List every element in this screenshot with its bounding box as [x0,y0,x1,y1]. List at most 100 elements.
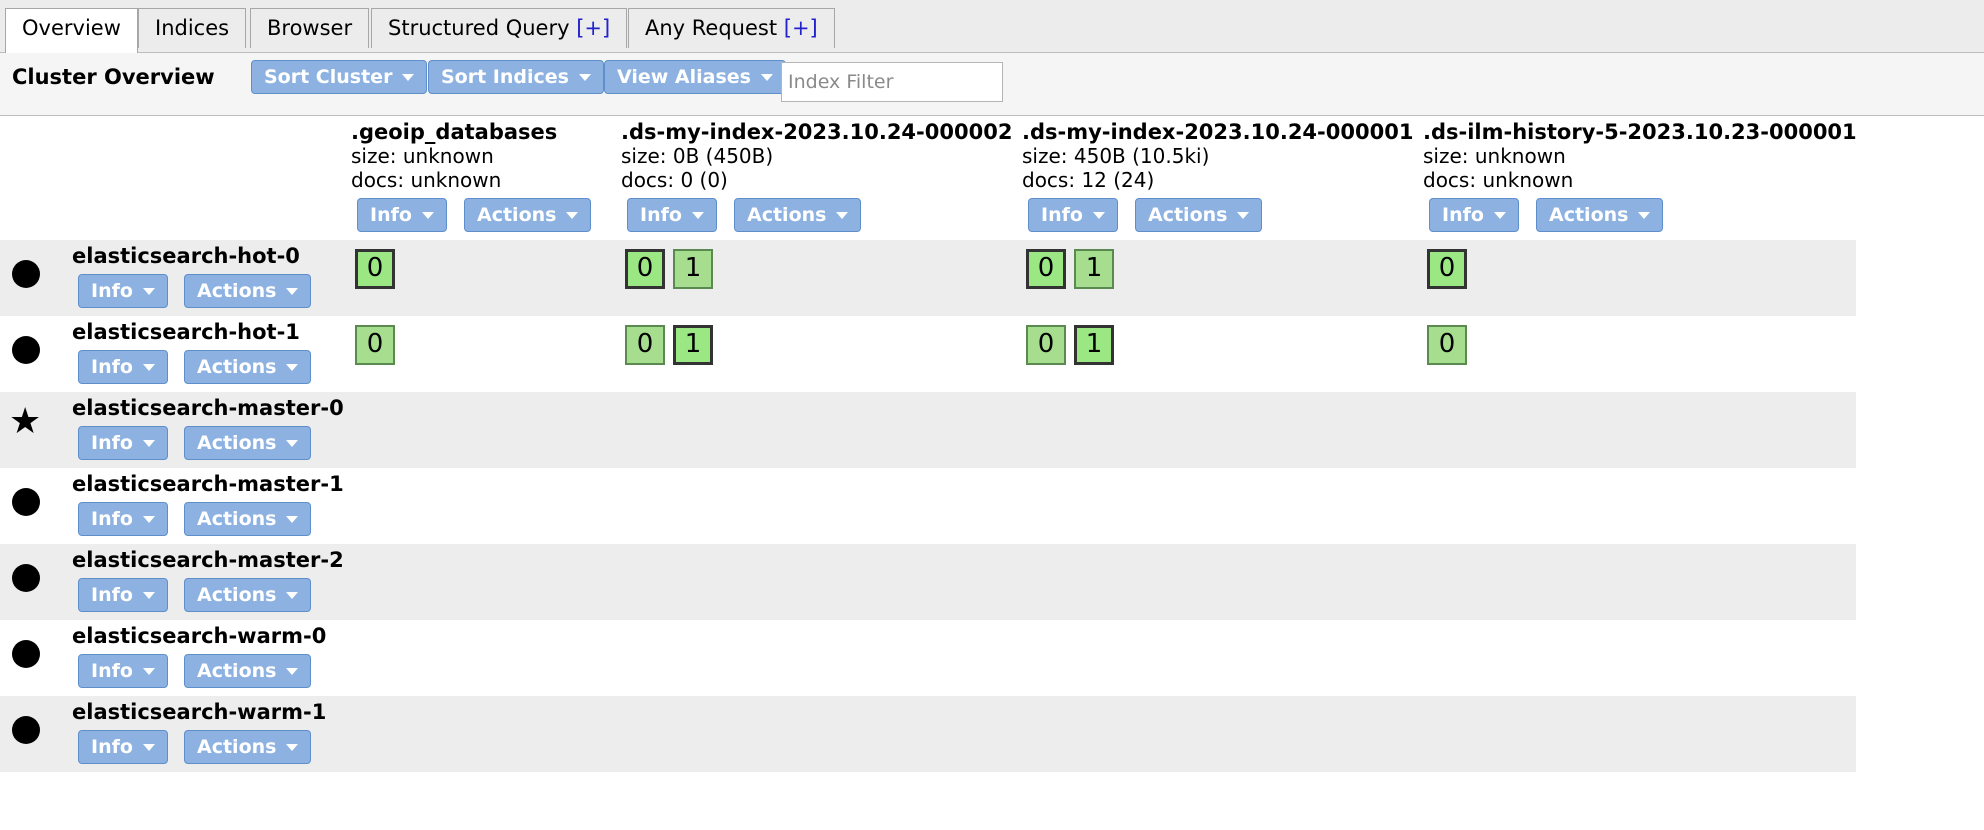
index-info-button[interactable]: Info [357,198,447,232]
caret-down-icon [421,212,434,219]
index-name: .ds-my-index-2023.10.24-000002 [621,120,1013,144]
node-actions-button[interactable]: Actions [184,654,312,688]
node-actions-button[interactable]: Actions [184,274,312,308]
button-label: Actions [197,584,277,606]
button-label: Actions [197,432,277,454]
sort-cluster-button[interactable]: Sort Cluster [251,60,428,94]
shard-replica[interactable]: 0 [1026,325,1066,365]
button-label: Actions [747,204,827,226]
shard-replica[interactable]: 0 [1427,325,1467,365]
index-info-button[interactable]: Info [627,198,717,232]
index-header: .ds-my-index-2023.10.24-000001 size: 450… [1022,120,1413,192]
button-label: Info [1442,204,1484,226]
tab-indices[interactable]: Indices [138,8,247,48]
button-label: Sort Indices [441,66,569,88]
shard-replica[interactable]: 0 [625,325,665,365]
button-label: Actions [197,356,277,378]
caret-down-icon [761,74,773,81]
index-actions-button[interactable]: Actions [1536,198,1664,232]
node-actions-button[interactable]: Actions [184,730,312,764]
index-size: size: unknown [351,144,494,168]
caret-down-icon [142,288,155,295]
index-name: .geoip_databases [351,120,558,144]
circle-icon [12,488,40,516]
tab-structured-query[interactable]: Structured Query [+] [371,8,628,48]
caret-down-icon [142,516,155,523]
node-info-button[interactable]: Info [78,730,168,764]
index-docs: docs: 12 (24) [1022,168,1155,192]
index-size: size: 450B (10.5ki) [1022,144,1210,168]
index-filter-input[interactable] [781,62,1003,102]
circle-icon [12,564,40,592]
caret-down-icon [1237,212,1250,219]
button-label: Actions [1549,204,1629,226]
index-info-button[interactable]: Info [1429,198,1519,232]
node-name: elasticsearch-hot-1 [72,320,300,344]
node-name: elasticsearch-master-2 [72,548,344,572]
shard-primary[interactable]: 0 [1026,249,1066,289]
index-header: .ds-ilm-history-5-2023.10.23-000001 size… [1423,120,1857,192]
node-info-button[interactable]: Info [78,502,168,536]
node-info-button[interactable]: Info [78,654,168,688]
node-actions-button[interactable]: Actions [184,426,312,460]
caret-down-icon [286,668,299,675]
caret-down-icon [286,364,299,371]
button-label: Actions [477,204,557,226]
tab-plus: [+] [576,16,611,40]
tab-any-request[interactable]: Any Request [+] [628,8,835,48]
shard-replica[interactable]: 1 [1074,249,1114,289]
shard-primary[interactable]: 0 [1427,249,1467,289]
tab-overview[interactable]: Overview [5,8,138,53]
index-actions-button[interactable]: Actions [734,198,862,232]
shard-primary[interactable]: 1 [1074,325,1114,365]
index-info-button[interactable]: Info [1028,198,1118,232]
button-label: Sort Cluster [264,66,393,88]
index-actions-button[interactable]: Actions [1135,198,1263,232]
index-name: .ds-my-index-2023.10.24-000001 [1022,120,1414,144]
shard-primary[interactable]: 0 [355,249,395,289]
button-label: Info [91,508,133,530]
caret-down-icon [142,668,155,675]
caret-down-icon [142,592,155,599]
button-label: Info [1041,204,1083,226]
button-label: View Aliases [617,66,751,88]
index-actions-button[interactable]: Actions [464,198,592,232]
shard-replica[interactable]: 1 [673,249,713,289]
node-info-button[interactable]: Info [78,274,168,308]
circle-icon [12,640,40,668]
node-info-button[interactable]: Info [78,578,168,612]
tab-browser[interactable]: Browser [250,8,370,48]
button-label: Info [91,280,133,302]
node-name: elasticsearch-master-0 [72,396,344,420]
button-label: Actions [197,736,277,758]
index-size: size: 0B (450B) [621,144,774,168]
caret-down-icon [142,744,155,751]
button-label: Info [640,204,682,226]
caret-down-icon [286,516,299,523]
node-actions-button[interactable]: Actions [184,502,312,536]
tab-plus: [+] [783,16,818,40]
button-label: Info [91,356,133,378]
caret-down-icon [402,74,415,81]
page-title: Cluster Overview [12,65,215,89]
sort-indices-button[interactable]: Sort Indices [428,60,604,94]
index-header: .ds-my-index-2023.10.24-000002 size: 0B … [621,120,1012,192]
circle-icon [12,716,40,744]
view-aliases-button[interactable]: View Aliases [604,60,786,94]
shard-primary[interactable]: 0 [625,249,665,289]
node-info-button[interactable]: Info [78,350,168,384]
star-icon: ★ [9,401,42,442]
tab-label: Structured Query [388,16,577,40]
tab-label: Indices [155,16,230,40]
node-name: elasticsearch-warm-0 [72,624,327,648]
caret-down-icon [286,592,299,599]
circle-icon [12,336,40,364]
button-label: Info [370,204,412,226]
shard-replica[interactable]: 0 [355,325,395,365]
tab-label: Overview [22,16,121,40]
node-info-button[interactable]: Info [78,426,168,460]
node-actions-button[interactable]: Actions [184,350,312,384]
button-label: Info [91,660,133,682]
node-actions-button[interactable]: Actions [184,578,312,612]
shard-primary[interactable]: 1 [673,325,713,365]
